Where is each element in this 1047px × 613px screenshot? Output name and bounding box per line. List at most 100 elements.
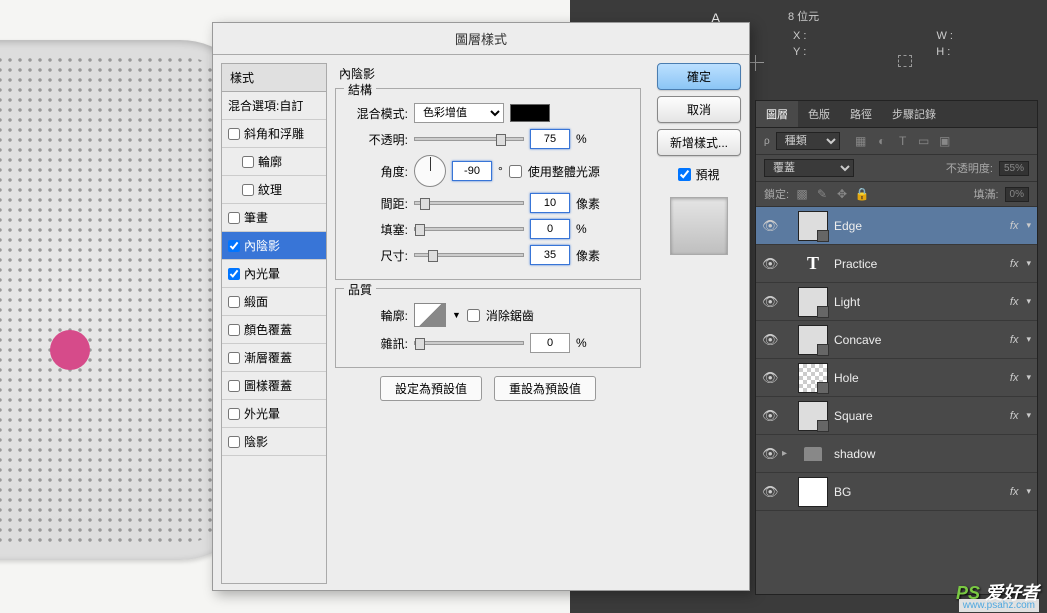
outer-glow-check[interactable]: [228, 408, 240, 420]
texture-check[interactable]: [242, 184, 254, 196]
style-drop-shadow[interactable]: 陰影: [222, 428, 326, 456]
tab-history[interactable]: 步驟記錄: [882, 101, 946, 127]
style-outer-glow[interactable]: 外光暈: [222, 400, 326, 428]
kind-filter[interactable]: 種類: [776, 132, 840, 150]
layer-thumb[interactable]: [798, 211, 828, 241]
chevron-down-icon[interactable]: ▾: [1026, 258, 1031, 269]
new-style-button[interactable]: 新增樣式...: [657, 129, 741, 156]
chevron-down-icon[interactable]: ▾: [1026, 372, 1031, 383]
layer-thumb[interactable]: [798, 401, 828, 431]
lock-trans-icon[interactable]: ▩: [795, 187, 809, 201]
layer-light[interactable]: 👁 Light fx▾: [756, 283, 1037, 321]
inner-shadow-check[interactable]: [228, 240, 240, 252]
distance-slider[interactable]: [414, 201, 524, 205]
choke-slider[interactable]: [414, 227, 524, 231]
tab-layers[interactable]: 圖層: [756, 101, 798, 127]
visibility-icon[interactable]: 👁: [762, 332, 776, 348]
visibility-icon[interactable]: 👁: [762, 370, 776, 386]
style-inner-glow[interactable]: 內光暈: [222, 260, 326, 288]
pattern-overlay-check[interactable]: [228, 380, 240, 392]
stroke-check[interactable]: [228, 212, 240, 224]
style-pattern-overlay[interactable]: 圖樣覆蓋: [222, 372, 326, 400]
contour-picker[interactable]: [414, 303, 446, 327]
fx-badge[interactable]: fx: [1010, 486, 1019, 498]
layer-practice[interactable]: 👁 T Practice fx▾: [756, 245, 1037, 283]
layer-shadow-group[interactable]: 👁▸ shadow: [756, 435, 1037, 473]
layer-bg[interactable]: 👁 BG fx▾: [756, 473, 1037, 511]
opacity-panel-value[interactable]: 55%: [999, 161, 1029, 176]
inner-glow-check[interactable]: [228, 268, 240, 280]
contour-check[interactable]: [242, 156, 254, 168]
opacity-input[interactable]: [530, 129, 570, 149]
make-default-button[interactable]: 設定為預設值: [380, 376, 482, 401]
layer-square[interactable]: 👁 Square fx▾: [756, 397, 1037, 435]
visibility-icon[interactable]: 👁: [762, 294, 776, 310]
folder-icon[interactable]: [798, 439, 828, 469]
fx-badge[interactable]: fx: [1010, 334, 1019, 346]
cancel-button[interactable]: 取消: [657, 96, 741, 123]
filter-adjust-icon[interactable]: ◐: [875, 134, 889, 148]
visibility-icon[interactable]: 👁: [762, 256, 776, 272]
drop-shadow-check[interactable]: [228, 436, 240, 448]
fx-badge[interactable]: fx: [1010, 410, 1019, 422]
preview-check[interactable]: [678, 168, 691, 181]
layer-thumb[interactable]: [798, 363, 828, 393]
fx-badge[interactable]: fx: [1010, 258, 1019, 270]
blend-mode-select[interactable]: 色彩增值: [414, 103, 504, 123]
layer-thumb[interactable]: [798, 287, 828, 317]
noise-input[interactable]: [530, 333, 570, 353]
chevron-down-icon[interactable]: ▾: [1026, 296, 1031, 307]
filter-pixel-icon[interactable]: ▦: [854, 134, 868, 148]
text-layer-icon[interactable]: T: [798, 249, 828, 279]
lock-paint-icon[interactable]: ✎: [815, 187, 829, 201]
style-gradient-overlay[interactable]: 漸層覆蓋: [222, 344, 326, 372]
chevron-down-icon[interactable]: ▾: [1026, 486, 1031, 497]
fill-value[interactable]: 0%: [1005, 187, 1029, 202]
noise-slider[interactable]: [414, 341, 524, 345]
choke-input[interactable]: [530, 219, 570, 239]
angle-dial[interactable]: [414, 155, 446, 187]
filter-smart-icon[interactable]: ▣: [938, 134, 952, 148]
distance-input[interactable]: [530, 193, 570, 213]
ok-button[interactable]: 確定: [657, 63, 741, 90]
angle-input[interactable]: [452, 161, 492, 181]
size-input[interactable]: [530, 245, 570, 265]
style-bevel[interactable]: 斜角和浮雕: [222, 120, 326, 148]
gradient-overlay-check[interactable]: [228, 352, 240, 364]
shadow-color-swatch[interactable]: [510, 104, 550, 122]
visibility-icon[interactable]: 👁: [762, 218, 776, 234]
lock-all-icon[interactable]: 🔒: [855, 187, 869, 201]
blend-options-item[interactable]: 混合選項:自訂: [222, 92, 326, 120]
lock-move-icon[interactable]: ✥: [835, 187, 849, 201]
bevel-check[interactable]: [228, 128, 240, 140]
tab-channels[interactable]: 色版: [798, 101, 840, 127]
layer-hole[interactable]: 👁 Hole fx▾: [756, 359, 1037, 397]
style-texture[interactable]: 紋理: [222, 176, 326, 204]
color-overlay-check[interactable]: [228, 324, 240, 336]
reset-default-button[interactable]: 重設為預設值: [494, 376, 596, 401]
opacity-slider[interactable]: [414, 137, 524, 141]
visibility-icon[interactable]: 👁: [762, 446, 776, 462]
contour-dropdown-icon[interactable]: ▼: [452, 310, 461, 320]
chevron-down-icon[interactable]: ▾: [1026, 220, 1031, 231]
style-stroke[interactable]: 筆畫: [222, 204, 326, 232]
chevron-down-icon[interactable]: ▾: [1026, 334, 1031, 345]
style-contour[interactable]: 輪廓: [222, 148, 326, 176]
tab-paths[interactable]: 路徑: [840, 101, 882, 127]
style-inner-shadow[interactable]: 內陰影: [222, 232, 326, 260]
expand-arrow-icon[interactable]: ▸: [782, 448, 792, 459]
filter-type-icon[interactable]: T: [896, 134, 910, 148]
satin-check[interactable]: [228, 296, 240, 308]
fx-badge[interactable]: fx: [1010, 296, 1019, 308]
layer-edge[interactable]: 👁 Edge fx▾: [756, 207, 1037, 245]
global-light-check[interactable]: [509, 165, 522, 178]
visibility-icon[interactable]: 👁: [762, 484, 776, 500]
layer-thumb[interactable]: [798, 325, 828, 355]
style-satin[interactable]: 緞面: [222, 288, 326, 316]
visibility-icon[interactable]: 👁: [762, 408, 776, 424]
size-slider[interactable]: [414, 253, 524, 257]
styles-header[interactable]: 樣式: [222, 64, 326, 92]
antialias-check[interactable]: [467, 309, 480, 322]
layer-thumb[interactable]: [798, 477, 828, 507]
chevron-down-icon[interactable]: ▾: [1026, 410, 1031, 421]
